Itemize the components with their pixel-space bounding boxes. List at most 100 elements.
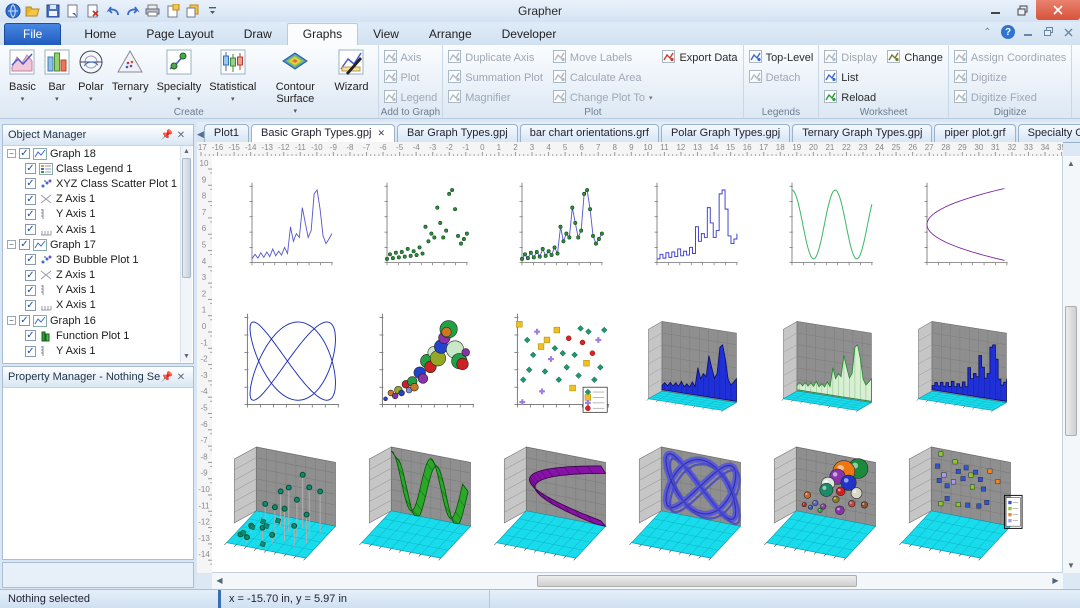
tree-item-y-axis-1[interactable]: ✓ Y Axis 1 <box>3 283 181 298</box>
graph-thumbnail-scatter-line[interactable] <box>505 171 607 283</box>
collapse-ribbon-icon[interactable]: ⌃ <box>981 26 994 39</box>
export-data-button[interactable]: Export Data <box>662 48 738 67</box>
graph-thumbnail-bubble-3d[interactable] <box>759 436 893 568</box>
copy-button[interactable] <box>183 1 202 20</box>
graph-thumbnail-curve-3d[interactable] <box>489 436 623 568</box>
tree-item-y-axis-1[interactable]: ✓ Y Axis 1 <box>3 207 181 222</box>
tree-item-z-axis-1[interactable]: ✓ Z Axis 1 <box>3 268 181 283</box>
tree-item-class-legend-1[interactable]: ✓ Class Legend 1 <box>3 161 181 176</box>
visibility-checkbox[interactable]: ✓ <box>19 148 30 160</box>
panel-close-icon[interactable]: ✕ <box>174 372 188 383</box>
wizard-button[interactable]: Wizard <box>330 48 372 94</box>
pin-icon[interactable]: 📌 <box>160 130 174 141</box>
graph-thumbnail-step[interactable] <box>640 171 742 283</box>
collapse-icon[interactable]: − <box>7 240 16 250</box>
graph-thumbnail-class-scatter[interactable] <box>498 304 614 424</box>
save-button[interactable] <box>43 1 62 20</box>
import-button[interactable] <box>83 1 102 20</box>
object-manager-scrollbar[interactable]: ▲ ▼ <box>180 146 192 362</box>
graph-thumbnail-lissajous-3d[interactable] <box>624 436 758 568</box>
visibility-checkbox[interactable]: ✓ <box>19 315 30 327</box>
tab-home[interactable]: Home <box>69 24 131 45</box>
vertical-scrollbar[interactable]: ▲ ▼ <box>1062 156 1080 573</box>
graph-thumbnail-area-3d[interactable] <box>768 304 884 424</box>
document-tab-polar-graph-types-gpj[interactable]: Polar Graph Types.gpj <box>660 124 791 142</box>
tree-item-graph-16[interactable]: − ✓ Graph 16 <box>3 313 181 328</box>
tab-file[interactable]: File <box>4 23 62 45</box>
visibility-checkbox[interactable]: ✓ <box>25 345 36 357</box>
tree-item-graph-18[interactable]: − ✓ Graph 18 <box>3 146 181 161</box>
scroll-up-icon[interactable]: ▲ <box>181 146 192 157</box>
restore-button[interactable] <box>1009 0 1036 20</box>
scroll-left-icon[interactable]: ◀ <box>212 574 227 588</box>
graph-thumbnail-sine[interactable] <box>775 171 877 283</box>
graph-thumbnail-stem-3d[interactable] <box>219 436 353 568</box>
tab-scroll-left-icon[interactable]: ◀ <box>197 126 204 142</box>
graph-thumbnail-ribbon-3d[interactable] <box>633 304 749 424</box>
scroll-up-icon[interactable]: ▲ <box>1064 156 1078 171</box>
visibility-checkbox[interactable]: ✓ <box>25 163 36 175</box>
document-tab-specialty-graph-types-gpj[interactable]: Specialty Graph Types.gpj <box>1017 124 1080 142</box>
list-button[interactable]: List <box>824 68 877 87</box>
graph-thumbnail-step-3d[interactable] <box>903 304 1019 424</box>
graph-thumbnail-class-scatter-3d[interactable] <box>894 436 1028 568</box>
visibility-checkbox[interactable]: ✓ <box>25 254 36 266</box>
document-tab-bar-chart-orientations-grf[interactable]: bar chart orientations.grf <box>519 124 659 142</box>
collapse-icon[interactable]: − <box>7 149 16 159</box>
basic-button[interactable]: Basic ▾ <box>5 48 40 107</box>
bar-button[interactable]: Bar ▾ <box>40 48 74 107</box>
panel-close-icon[interactable]: ✕ <box>174 130 188 141</box>
visibility-checkbox[interactable]: ✓ <box>25 330 36 342</box>
collapse-icon[interactable]: − <box>7 316 16 326</box>
tree-item-z-axis-1[interactable]: ✓ Z Axis 1 <box>3 192 181 207</box>
scroll-down-icon[interactable]: ▼ <box>181 351 192 362</box>
tree-item-xyz-class-scatter-plot-1[interactable]: ✓ XYZ Class Scatter Plot 1 <box>3 176 181 191</box>
tree-item-y-axis-1[interactable]: ✓ Y Axis 1 <box>3 343 181 358</box>
statistical-button[interactable]: Statistical ▾ <box>205 48 260 107</box>
document-tab-basic-graph-types-gpj[interactable]: Basic Graph Types.gpj ✕ <box>251 124 396 142</box>
visibility-checkbox[interactable]: ✓ <box>25 224 36 236</box>
pin-icon[interactable]: 📌 <box>160 372 174 383</box>
scroll-thumb[interactable] <box>182 158 191 278</box>
visibility-checkbox[interactable]: ✓ <box>25 178 36 190</box>
doc-minimize-icon[interactable] <box>1022 26 1035 39</box>
document-tab-plot1[interactable]: Plot1 <box>203 124 249 142</box>
plot-canvas[interactable] <box>212 156 1063 573</box>
undo-button[interactable] <box>103 1 122 20</box>
scroll-down-icon[interactable]: ▼ <box>1064 558 1078 573</box>
tab-view[interactable]: View <box>358 24 414 45</box>
visibility-checkbox[interactable]: ✓ <box>25 193 36 205</box>
document-tab-piper-plot-grf[interactable]: piper plot.grf <box>934 124 1016 142</box>
ternary-button[interactable]: Ternary ▾ <box>108 48 153 107</box>
customize-quick-access-button[interactable] <box>203 1 222 20</box>
export-button[interactable] <box>63 1 82 20</box>
tab-graphs[interactable]: Graphs <box>286 23 359 46</box>
visibility-checkbox[interactable]: ✓ <box>25 208 36 220</box>
graph-thumbnail-parabola[interactable] <box>910 171 1012 283</box>
horizontal-scrollbar[interactable]: ◀ ▶ <box>212 572 1063 590</box>
close-button[interactable] <box>1036 0 1080 20</box>
graph-thumbnail-wave-3d[interactable] <box>354 436 488 568</box>
reload-button[interactable]: Reload <box>824 88 877 107</box>
visibility-checkbox[interactable]: ✓ <box>25 284 36 296</box>
graph-thumbnail-line[interactable] <box>235 171 337 283</box>
minimize-button[interactable] <box>982 0 1009 20</box>
document-tab-bar-graph-types-gpj[interactable]: Bar Graph Types.gpj <box>397 124 518 142</box>
tree-item-x-axis-1[interactable]: ✓ X Axis 1 <box>3 298 181 313</box>
polar-button[interactable]: Polar ▾ <box>74 48 108 107</box>
tree-item-x-axis-1[interactable]: ✓ X Axis 1 <box>3 222 181 237</box>
doc-close-icon[interactable] <box>1062 26 1075 39</box>
tab-arrange[interactable]: Arrange <box>414 24 487 45</box>
open-button[interactable] <box>23 1 42 20</box>
graph-thumbnail-lissajous[interactable] <box>228 304 344 424</box>
visibility-checkbox[interactable]: ✓ <box>25 299 36 311</box>
tab-page-layout[interactable]: Page Layout <box>131 24 228 45</box>
tab-draw[interactable]: Draw <box>229 24 287 45</box>
document-tab-ternary-graph-types-gpj[interactable]: Ternary Graph Types.gpj <box>792 124 933 142</box>
specialty-button[interactable]: Specialty ▾ <box>153 48 206 107</box>
scroll-thumb[interactable] <box>1065 306 1077 436</box>
tree-item-function-plot-1[interactable]: ✓ Function Plot 1 <box>3 328 181 343</box>
tree-item-3d-bubble-plot-1[interactable]: ✓ 3D Bubble Plot 1 <box>3 252 181 267</box>
visibility-checkbox[interactable]: ✓ <box>19 239 30 251</box>
graph-thumbnail-scatter[interactable] <box>370 171 472 283</box>
